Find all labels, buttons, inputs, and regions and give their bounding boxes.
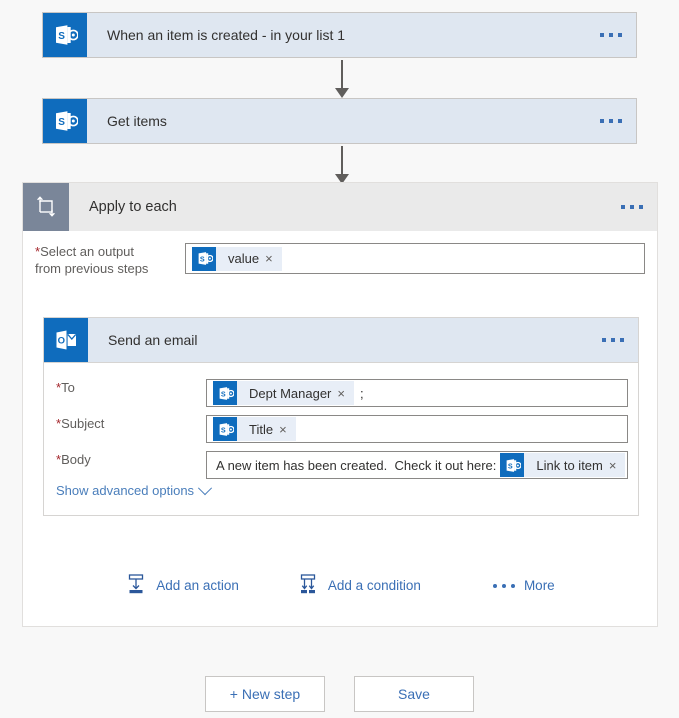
- select-output-input[interactable]: S value ×: [185, 243, 645, 274]
- token-remove-icon[interactable]: ×: [609, 459, 626, 472]
- outlook-icon: O: [44, 318, 88, 362]
- send-email-body: *To S Dept Manager × ; *Subject S Title …: [44, 363, 638, 515]
- to-label-text: To: [61, 380, 75, 395]
- get-items-ellipsis-menu[interactable]: [600, 119, 622, 123]
- body-leading-text: A new item has been created. Check it ou…: [216, 457, 497, 473]
- send-email-header[interactable]: O Send an email: [44, 318, 638, 363]
- add-condition-icon: [297, 573, 319, 598]
- svg-text:S: S: [58, 31, 65, 42]
- svg-text:S: S: [58, 117, 65, 128]
- body-input[interactable]: A new item has been created. Check it ou…: [206, 451, 628, 479]
- svg-text:S: S: [508, 461, 513, 470]
- sharepoint-icon: S: [192, 246, 216, 271]
- get-items-step-card[interactable]: S Get items: [42, 98, 637, 144]
- svg-text:S: S: [199, 254, 204, 263]
- more-label: More: [523, 578, 555, 593]
- token-dept-manager[interactable]: S Dept Manager ×: [213, 381, 354, 405]
- ellipsis-icon: [492, 583, 515, 588]
- sharepoint-icon: S: [213, 381, 237, 405]
- subject-field-label: *Subject: [56, 415, 206, 432]
- add-a-condition-button[interactable]: Add a condition: [297, 573, 421, 598]
- connector-arrow-1: [332, 60, 352, 98]
- body-field-label: *Body: [56, 451, 206, 468]
- apply-to-each-header[interactable]: Apply to each: [23, 183, 657, 231]
- send-email-title: Send an email: [108, 332, 198, 348]
- token-label: Title: [249, 421, 274, 437]
- token-value[interactable]: S value ×: [192, 246, 282, 271]
- select-output-row: *Select an output from previous steps S …: [35, 243, 647, 277]
- sharepoint-icon: S: [500, 453, 525, 477]
- token-label: value: [228, 251, 260, 266]
- select-output-label: *Select an output from previous steps: [35, 243, 185, 277]
- trigger-ellipsis-menu[interactable]: [600, 33, 622, 37]
- token-title[interactable]: S Title ×: [213, 417, 296, 441]
- body-field-row: *Body A new item has been created. Check…: [56, 451, 628, 479]
- token-link-to-item[interactable]: S Link to item ×: [500, 453, 626, 477]
- add-actions-row: Add an action Add a condition More: [23, 573, 657, 598]
- select-output-label-line2: from previous steps: [35, 261, 149, 276]
- subject-label-text: Subject: [61, 416, 105, 431]
- loop-icon: [23, 183, 69, 231]
- apply-to-each-ellipsis-menu[interactable]: [621, 205, 643, 209]
- svg-text:O: O: [58, 336, 65, 347]
- svg-text:S: S: [220, 389, 225, 398]
- trigger-title: When an item is created - in your list 1: [107, 27, 346, 43]
- get-items-title: Get items: [107, 113, 167, 129]
- to-trailing-text: ;: [359, 385, 364, 401]
- connector-arrow-2: [332, 146, 352, 184]
- token-remove-icon[interactable]: ×: [265, 252, 282, 265]
- add-an-action-button[interactable]: Add an action: [125, 573, 239, 598]
- chevron-down-icon: [197, 480, 213, 495]
- token-label: Dept Manager: [249, 385, 332, 401]
- add-a-condition-label: Add a condition: [327, 578, 421, 593]
- more-button[interactable]: More: [492, 578, 555, 593]
- select-output-label-line1: Select an output: [40, 244, 135, 259]
- send-email-ellipsis-menu[interactable]: [602, 338, 624, 342]
- show-advanced-options-label: Show advanced options: [56, 483, 195, 498]
- subject-field-row: *Subject S Title ×: [56, 415, 628, 443]
- add-an-action-label: Add an action: [156, 578, 239, 593]
- send-email-card: O Send an email *To S Dept Manager × ; *…: [43, 317, 639, 516]
- subject-input[interactable]: S Title ×: [206, 415, 628, 443]
- sharepoint-icon: S: [43, 99, 87, 143]
- save-button[interactable]: Save: [354, 676, 474, 712]
- to-field-row: *To S Dept Manager × ;: [56, 379, 628, 407]
- apply-to-each-container: Apply to each *Select an output from pre…: [22, 182, 658, 627]
- apply-to-each-title: Apply to each: [89, 199, 177, 215]
- sharepoint-icon: S: [213, 417, 237, 441]
- to-field-label: *To: [56, 379, 206, 396]
- to-input[interactable]: S Dept Manager × ;: [206, 379, 628, 407]
- show-advanced-options-link[interactable]: Show advanced options: [56, 480, 213, 498]
- add-action-icon: [125, 573, 147, 598]
- footer-button-bar: + New step Save: [0, 676, 679, 712]
- trigger-step-card[interactable]: S When an item is created - in your list…: [42, 12, 637, 58]
- svg-text:S: S: [220, 425, 225, 434]
- token-label: Link to item: [536, 457, 603, 473]
- new-step-button[interactable]: + New step: [205, 676, 325, 712]
- sharepoint-icon: S: [43, 13, 87, 57]
- body-label-text: Body: [61, 452, 91, 467]
- token-remove-icon[interactable]: ×: [337, 387, 354, 400]
- token-remove-icon[interactable]: ×: [279, 423, 296, 436]
